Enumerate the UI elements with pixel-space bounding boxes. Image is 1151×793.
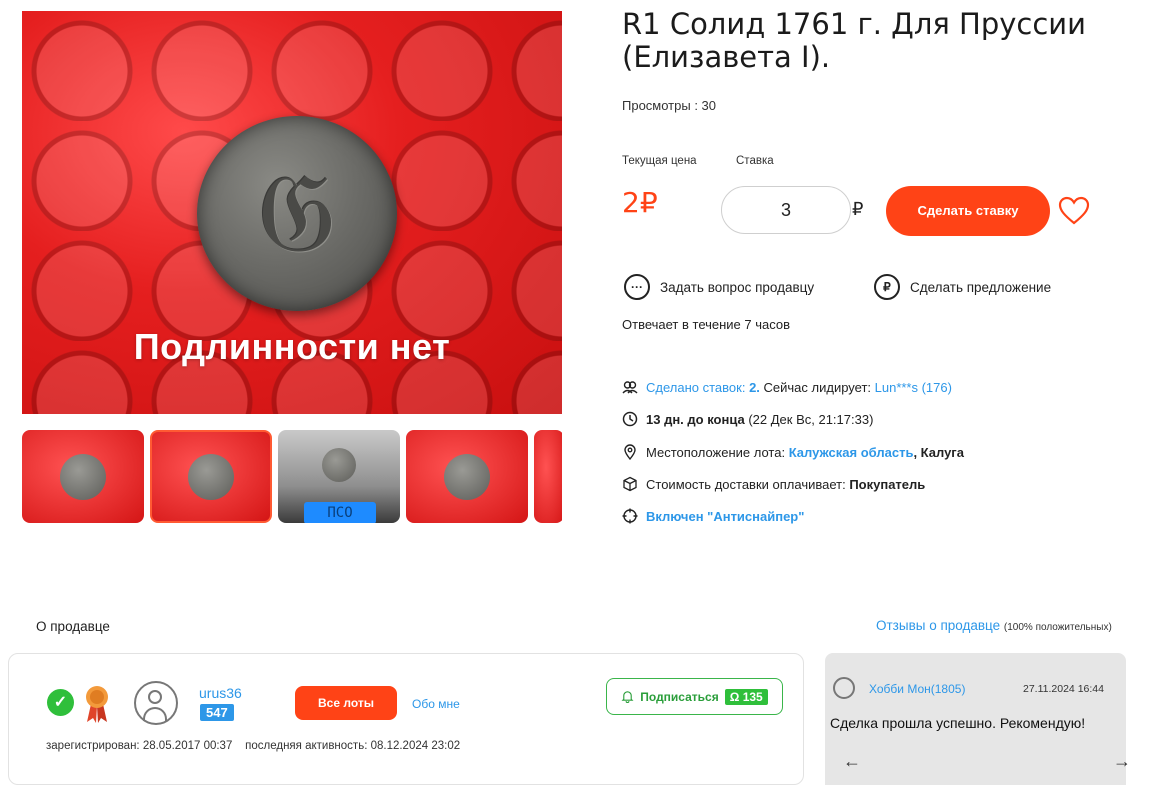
chat-bubble-icon: ··· bbox=[624, 274, 650, 300]
crosshair-icon bbox=[622, 508, 638, 524]
bid-input[interactable]: 3 bbox=[721, 186, 851, 234]
thumbnail-coin bbox=[322, 448, 356, 482]
photo-watermark: Подлинности нет bbox=[133, 326, 451, 367]
reviewer-name[interactable]: Хобби Мон(1805) bbox=[869, 682, 965, 696]
current-price: 2₽ bbox=[622, 186, 658, 219]
review-text: Сделка прошла успешно. Рекомендую! bbox=[830, 715, 1086, 731]
leader-label: Сейчас лидирует: bbox=[759, 379, 875, 395]
location-line: Местоположение лота: Калужская область, … bbox=[622, 444, 964, 460]
seller-username[interactable]: urus36 bbox=[199, 685, 242, 701]
region-link[interactable]: Калужская область bbox=[789, 445, 914, 460]
shipping-label: Стоимость доставки оплачивает: bbox=[646, 476, 850, 492]
bell-icon bbox=[621, 691, 634, 703]
leader-link[interactable]: Lun***s (176) bbox=[875, 380, 952, 395]
clock-icon bbox=[622, 411, 638, 427]
city: , Калуга bbox=[913, 444, 964, 460]
bids-link[interactable]: Сделано ставок: bbox=[646, 380, 749, 395]
thumbnail-coin bbox=[444, 453, 490, 500]
bid-currency: ₽ bbox=[852, 199, 864, 219]
thumbnail-1[interactable] bbox=[22, 430, 144, 523]
place-bid-button[interactable]: Сделать ставку bbox=[886, 186, 1050, 236]
bids-count: 2. bbox=[749, 379, 760, 395]
thumbnail-coin bbox=[60, 453, 106, 500]
subscribe-button[interactable]: Подписаться Ω 135 bbox=[606, 678, 783, 715]
package-icon bbox=[623, 476, 637, 492]
response-time: Отвечает в течение 7 часов bbox=[622, 317, 791, 332]
reviews-positive: (100% положительных) bbox=[1003, 622, 1112, 633]
thumbnail-4[interactable] bbox=[406, 430, 528, 523]
favorite-heart-icon[interactable] bbox=[1058, 196, 1090, 226]
subscribers-number: 135 bbox=[742, 689, 763, 704]
last-activity: последняя активность: 08.12.2024 23:02 bbox=[245, 740, 461, 752]
previous-arrow-icon[interactable]: ← bbox=[843, 751, 861, 772]
time-left-line: 13 дн. до конца (22 Дек Вс, 21:17:33) bbox=[622, 411, 873, 427]
ask-seller-link[interactable]: ··· Задать вопрос продавцу bbox=[624, 274, 814, 300]
lot-title: R1 Солид 1761 г. Для Пруссии (Елизавета … bbox=[622, 7, 1086, 74]
end-date: (22 Дек Вс, 21:17:33) bbox=[744, 411, 874, 427]
location-pin-icon bbox=[624, 444, 636, 460]
ruble-circle-icon: ₽ bbox=[874, 274, 900, 300]
seller-avatar[interactable] bbox=[134, 681, 178, 725]
seller-reviews-link[interactable]: Отзывы о продавце (100% положительных) bbox=[876, 618, 1112, 633]
thumbnail-3[interactable]: ПСО bbox=[278, 430, 400, 523]
subscribers-count: Ω 135 bbox=[724, 688, 768, 705]
main-lot-photo[interactable]: 𝔊 Подлинности нет bbox=[22, 11, 562, 414]
about-seller-title: О продавце bbox=[36, 619, 110, 634]
ask-seller-label: Задать вопрос продавцу bbox=[660, 279, 815, 295]
all-lots-button[interactable]: Все лоты bbox=[295, 686, 397, 720]
photo-thumbnails: ПСО bbox=[22, 430, 562, 523]
seller-card: ✓ urus36 547 Все лоты Обо мне Подписатьс… bbox=[8, 653, 804, 785]
shipping-line: Стоимость доставки оплачивает: Покупател… bbox=[622, 476, 925, 492]
location-label: Местоположение лота: bbox=[646, 444, 789, 460]
days-left: 13 дн. до конца bbox=[646, 411, 745, 427]
people-icon bbox=[622, 381, 638, 394]
coin-image: 𝔊 bbox=[197, 116, 397, 311]
current-price-label: Текущая цена bbox=[622, 155, 697, 167]
coin-monogram: 𝔊 bbox=[257, 148, 337, 277]
thumbnail-2[interactable] bbox=[150, 430, 272, 523]
next-arrow-icon[interactable]: → bbox=[1113, 751, 1131, 772]
registered-date: зарегистрирован: 28.05.2017 00:37 bbox=[46, 740, 233, 752]
views-count: Просмотры : 30 bbox=[622, 98, 717, 113]
thumbnail-coin bbox=[188, 453, 234, 500]
subscribe-label: Подписаться bbox=[640, 689, 719, 704]
thumbnail-5[interactable] bbox=[534, 430, 562, 523]
about-me-link[interactable]: Обо мне bbox=[412, 697, 460, 711]
antisniper-link[interactable]: Включен "Антиснайпер" bbox=[646, 509, 804, 524]
scale-display: ПСО bbox=[304, 502, 376, 523]
antisniper-line: Включен "Антиснайпер" bbox=[622, 508, 804, 524]
bids-line: Сделано ставок: 2. Сейчас лидирует: Lun*… bbox=[622, 379, 952, 395]
verified-check-icon: ✓ bbox=[47, 689, 74, 716]
reviews-link-label: Отзывы о продавце bbox=[876, 618, 1001, 633]
shipping-payer: Покупатель bbox=[849, 476, 926, 492]
make-offer-label: Сделать предложение bbox=[910, 279, 1052, 295]
bid-label: Ставка bbox=[736, 155, 774, 167]
review-card: Хобби Мон(1805) 27.11.2024 16:44 Сделка … bbox=[825, 653, 1131, 785]
make-offer-link[interactable]: ₽ Сделать предложение bbox=[874, 274, 1051, 300]
seller-dates: зарегистрирован: 28.05.2017 00:37 послед… bbox=[46, 740, 460, 752]
seller-rating-badge: 547 bbox=[200, 704, 234, 721]
reviewer-avatar bbox=[833, 677, 855, 699]
review-date: 27.11.2024 16:44 bbox=[1023, 683, 1104, 695]
medal-icon bbox=[86, 686, 108, 723]
